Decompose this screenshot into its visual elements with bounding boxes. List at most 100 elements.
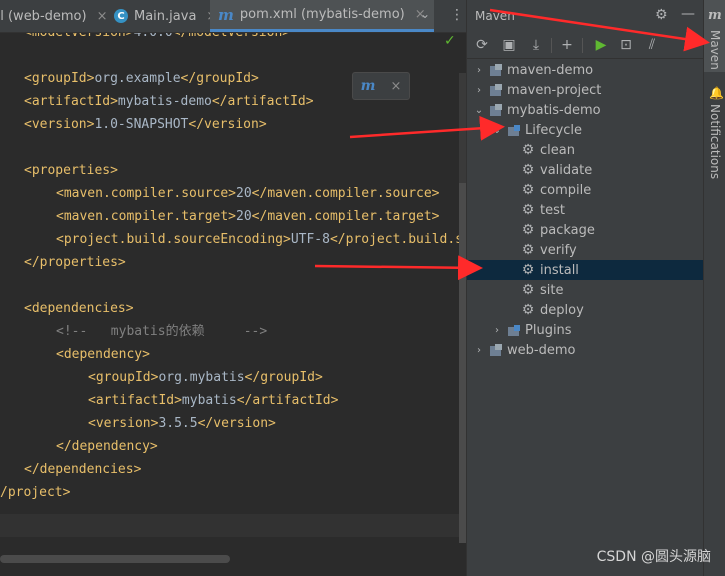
right-tool-strip: m Maven 🔔 Notifications — [703, 0, 725, 576]
tree-item-label: Lifecycle — [525, 122, 583, 138]
gear-icon: ⚙ — [521, 202, 535, 218]
tree-item-label: maven-project — [507, 82, 602, 98]
code-line: </properties> — [24, 255, 126, 270]
double-chevron-icon[interactable]: » — [679, 35, 699, 55]
chevron-right-icon[interactable]: › — [473, 85, 485, 96]
tab-main-java[interactable]: C Main.java × — [106, 0, 225, 32]
tree-item-label: package — [540, 222, 595, 238]
notifications-strip-label[interactable]: Notifications — [708, 104, 722, 179]
chevron-right-icon[interactable]: › — [473, 65, 485, 76]
chevron-right-icon[interactable]: › — [491, 325, 503, 336]
toolbar-divider — [582, 38, 583, 53]
code-line: <version>3.5.5</version> — [88, 416, 276, 431]
tree-item-test[interactable]: ⚙ test — [467, 200, 704, 220]
tree-item-label: maven-demo — [507, 62, 594, 78]
maven-strip-label: Maven — [708, 30, 722, 70]
gear-icon: ⚙ — [521, 302, 535, 318]
tree-item-web-demo[interactable]: › web-demo — [467, 340, 704, 360]
toolbar-divider — [551, 38, 552, 53]
maven-project-icon — [489, 103, 503, 117]
chevron-right-icon[interactable]: › — [473, 345, 485, 356]
code-line: <groupId>org.example</groupId> — [24, 71, 259, 86]
gear-icon: ⚙ — [521, 142, 535, 158]
maven-project-icon — [489, 83, 503, 97]
tree-item-label: test — [540, 202, 565, 218]
tab-pom-xml[interactable]: m pom.xml (mybatis-demo) × — [210, 0, 434, 32]
vertical-scrollbar-thumb[interactable] — [459, 183, 466, 543]
tree-item-Plugins[interactable]: › Plugins — [467, 320, 704, 340]
tab-label: pom.xml (mybatis-demo) — [239, 7, 405, 22]
code-line: /project> — [0, 485, 71, 500]
tree-item-label: verify — [540, 242, 577, 258]
tree-item-site[interactable]: ⚙ site — [467, 280, 704, 300]
maven-panel-title: Maven — [475, 9, 515, 23]
chevron-down-icon[interactable]: ⌄ — [473, 105, 485, 116]
minimize-icon[interactable]: — — [681, 6, 695, 22]
gear-icon: ⚙ — [521, 182, 535, 198]
maven-tool-window: Maven ⚙ — ⟳ ▣ ⤓ + ▶ ⊡ ⫽ » › maven-demo › ma… — [466, 0, 704, 576]
tree-item-maven-project[interactable]: › maven-project — [467, 80, 704, 100]
code-line: <maven.compiler.target>20</maven.compile… — [56, 209, 440, 224]
chevron-down-icon[interactable]: ⌄ — [420, 7, 430, 21]
tree-item-label: deploy — [540, 302, 584, 318]
tab-label: nl (web-demo) — [0, 8, 87, 24]
check-icon: ✓ — [444, 33, 456, 49]
more-options-icon[interactable]: ⋮ — [450, 7, 464, 23]
horizontal-scrollbar-thumb[interactable] — [0, 555, 230, 563]
watermark: CSDN @圆头源脑 — [596, 549, 711, 565]
code-line: <artifactId>mybatis</artifactId> — [88, 393, 339, 408]
add-project-icon[interactable]: ▣ — [499, 35, 519, 55]
reload-icon[interactable]: ⟳ — [472, 35, 492, 55]
tree-item-deploy[interactable]: ⚙ deploy — [467, 300, 704, 320]
tab-label: Main.java — [134, 8, 197, 24]
code-line: <maven.compiler.source>20</maven.compile… — [56, 186, 440, 201]
maven-toolbar: ⟳ ▣ ⤓ + ▶ ⊡ ⫽ » — [467, 32, 704, 59]
tree-item-Lifecycle[interactable]: ⌄ Lifecycle — [467, 120, 704, 140]
tab-web-demo[interactable]: nl (web-demo) × — [0, 0, 115, 32]
chevron-down-icon[interactable]: ⌄ — [491, 125, 503, 136]
tree-item-clean[interactable]: ⚙ clean — [467, 140, 704, 160]
current-line-highlight — [0, 514, 460, 537]
code-line: <!-- mybatis的依赖 --> — [56, 324, 268, 339]
tree-item-maven-demo[interactable]: › maven-demo — [467, 60, 704, 80]
tree-item-compile[interactable]: ⚙ compile — [467, 180, 704, 200]
plus-icon[interactable]: + — [557, 35, 577, 55]
tree-item-validate[interactable]: ⚙ validate — [467, 160, 704, 180]
tree-item-label: mybatis-demo — [507, 102, 601, 118]
gear-icon: ⚙ — [521, 262, 535, 278]
maven-icon: m — [708, 8, 722, 23]
code-line: <version>1.0-SNAPSHOT</version> — [24, 117, 267, 132]
gear-icon: ⚙ — [521, 282, 535, 298]
close-icon[interactable]: × — [391, 79, 402, 94]
code-line: <dependency> — [56, 347, 150, 362]
gear-icon[interactable]: ⚙ — [655, 7, 668, 23]
run-icon[interactable]: ▶ — [591, 35, 611, 55]
code-line: <dependencies> — [24, 301, 134, 316]
tree-item-verify[interactable]: ⚙ verify — [467, 240, 704, 260]
code-line: <artifactId>mybatis-demo</artifactId> — [24, 94, 314, 109]
download-icon[interactable]: ⤓ — [526, 35, 546, 55]
execute-goal-icon[interactable]: ⊡ — [616, 35, 636, 55]
skip-tests-icon[interactable]: ⫽ — [642, 35, 662, 55]
gear-icon: ⚙ — [521, 222, 535, 238]
tree-item-label: compile — [540, 182, 592, 198]
tree-item-mybatis-demo[interactable]: ⌄ mybatis-demo — [467, 100, 704, 120]
tree-item-label: web-demo — [507, 342, 576, 358]
code-editor[interactable]: <modelVersion>4.0.0</modelVersion> <group… — [0, 33, 466, 576]
maven-icon: m — [218, 5, 234, 24]
tree-item-package[interactable]: ⚙ package — [467, 220, 704, 240]
tree-item-label: clean — [540, 142, 575, 158]
code-line: </dependencies> — [24, 462, 142, 477]
maven-strip-button[interactable]: m Maven — [704, 0, 725, 72]
maven-reload-icon[interactable]: m — [361, 78, 376, 94]
bell-icon[interactable]: 🔔 — [709, 86, 724, 100]
maven-reload-popup: m × — [352, 72, 410, 100]
tree-item-label: Plugins — [525, 322, 572, 338]
gear-icon: ⚙ — [521, 242, 535, 258]
tree-item-install[interactable]: ⚙ install — [467, 260, 704, 280]
tree-item-label: install — [540, 262, 579, 278]
code-line: <groupId>org.mybatis</groupId> — [88, 370, 323, 385]
gear-icon: ⚙ — [521, 162, 535, 178]
tree-item-label: site — [540, 282, 564, 298]
folder-icon — [507, 124, 521, 137]
